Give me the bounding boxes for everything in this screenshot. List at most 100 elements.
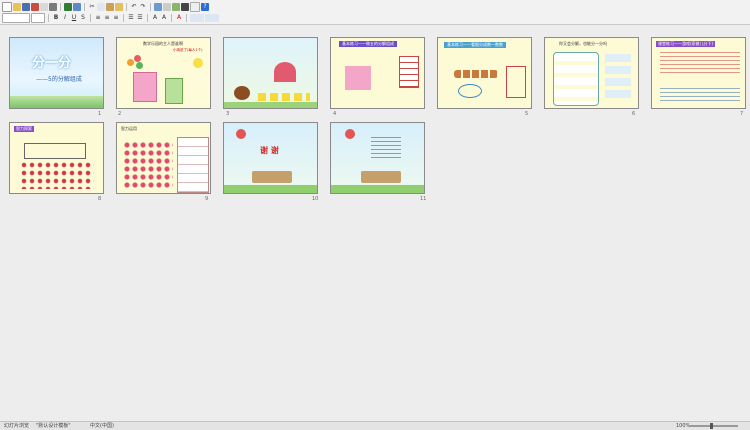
formatting-toolbar: B I U S ≡ ≡ ≡ ☰ ☰ A A A <box>2 13 219 23</box>
underline-icon[interactable]: U <box>70 14 78 22</box>
decrease-font-icon[interactable]: A <box>160 14 168 22</box>
redo-icon[interactable]: ↷ <box>139 3 147 11</box>
slide-thumbnail-10[interactable]: 谢 谢 <box>223 122 318 194</box>
slide-6-heading: 你又会分解，也能分一分吗 <box>559 41 607 46</box>
slide-thumbnail-6[interactable]: 你又会分解，也能分一分吗 <box>544 37 639 109</box>
slide-number-2: 2 <box>118 111 122 117</box>
slide-number-1: 1 <box>98 111 102 117</box>
table-icon[interactable] <box>163 3 171 11</box>
open-icon[interactable] <box>13 3 21 11</box>
align-center-icon[interactable]: ≡ <box>103 14 111 22</box>
grass-decoration <box>224 102 317 108</box>
print-icon[interactable] <box>49 3 57 11</box>
slide-5-heading: 基本练习——看图分成数一数数 <box>444 42 506 48</box>
ovals-grid <box>553 52 599 106</box>
pink-house <box>133 72 157 102</box>
slide-number-3: 3 <box>226 111 230 117</box>
book-graphic <box>252 171 292 183</box>
help-icon[interactable]: ? <box>201 3 209 11</box>
slide-number-9: 9 <box>205 196 209 202</box>
new-icon[interactable] <box>2 2 12 12</box>
green-house <box>165 78 183 104</box>
increase-font-icon[interactable]: A <box>151 14 159 22</box>
bold-icon[interactable]: B <box>52 14 60 22</box>
slide-9-heading: 智力运用 <box>121 126 137 131</box>
slide-thumbnail-5[interactable]: 基本练习——看图分成数一数数 <box>437 37 532 109</box>
save-icon[interactable] <box>22 3 30 11</box>
slide-4-heading: 基本练习——做五的分解组成 <box>339 41 397 47</box>
color-grayscale-icon[interactable] <box>181 3 189 11</box>
paste-icon[interactable] <box>106 3 114 11</box>
grass-decoration <box>10 96 103 108</box>
align-left-icon[interactable]: ≡ <box>94 14 102 22</box>
mail-icon[interactable] <box>40 3 48 11</box>
slide-thumbnail-8[interactable]: 智力探索 <box>9 122 104 194</box>
slide-thumbnail-4[interactable]: 基本练习——做五的分解组成 <box>330 37 425 109</box>
number-grid <box>399 56 419 88</box>
hen-icon <box>234 86 250 100</box>
slide-2-heading: 数学乐园的主人是谁啊 <box>143 41 183 46</box>
chick-icon <box>193 58 203 68</box>
blue-ovals <box>605 54 631 100</box>
slide-thumbnail-7[interactable]: 课堂练习——游戏(家做儿分下) <box>651 37 746 109</box>
chicks-row <box>258 93 310 101</box>
zoom-slider[interactable] <box>690 425 738 427</box>
text-lines <box>660 52 740 74</box>
numbering-icon[interactable]: ☰ <box>127 14 135 22</box>
zoom-icon[interactable] <box>190 2 200 12</box>
design-icon[interactable] <box>190 14 204 22</box>
text-lines <box>660 88 740 102</box>
slide-number-11: 11 <box>420 196 427 202</box>
align-right-icon[interactable]: ≡ <box>112 14 120 22</box>
oval-outline <box>458 84 482 98</box>
research-icon[interactable] <box>73 3 81 11</box>
font-size-box[interactable] <box>31 13 45 23</box>
cut-icon[interactable]: ✂ <box>88 3 96 11</box>
text-lines <box>371 137 401 159</box>
slide-number-8: 8 <box>98 196 102 202</box>
answer-table <box>177 137 209 193</box>
number-circles <box>127 55 145 69</box>
copy-icon[interactable] <box>97 3 105 11</box>
bullets-icon[interactable]: ☰ <box>136 14 144 22</box>
chart-icon[interactable] <box>154 3 162 11</box>
permission-icon[interactable] <box>31 3 39 11</box>
pink-shapes-grid <box>123 141 173 189</box>
slide-number-5: 5 <box>525 111 529 117</box>
standard-toolbar: ✂ ↶ ↷ ? <box>2 2 209 12</box>
grass-decoration <box>331 185 424 193</box>
shadow-icon[interactable]: S <box>79 14 87 22</box>
thanks-text: 谢 谢 <box>260 146 279 155</box>
format-painter-icon[interactable] <box>115 3 123 11</box>
font-name-box[interactable] <box>2 13 30 23</box>
new-slide-icon[interactable] <box>205 14 219 22</box>
slide-1-title: 分一分 <box>32 56 72 71</box>
slide-thumbnail-1[interactable]: 分一分 ——5的分解组成 <box>9 37 104 109</box>
slide-7-heading: 课堂练习——游戏(家做儿分下) <box>656 41 716 47</box>
rocket-icon <box>345 129 355 139</box>
slide-8-heading: 智力探索 <box>14 126 34 132</box>
spell-icon[interactable] <box>64 3 72 11</box>
grass-decoration <box>224 185 317 193</box>
slide-number-6: 6 <box>632 111 636 117</box>
slide-number-7: 7 <box>740 111 744 117</box>
slide-thumbnail-9[interactable]: 智力运用 <box>116 122 211 194</box>
insert-picture-icon[interactable] <box>172 3 180 11</box>
red-dots-grid <box>20 161 94 189</box>
italic-icon[interactable]: I <box>61 14 69 22</box>
slide-sorter-canvas[interactable]: 分一分 ——5的分解组成 1 数学乐园的主人是谁啊 小鸡说了(每人1个) 2 3… <box>0 25 750 421</box>
slide-number-10: 10 <box>312 196 319 202</box>
slide-thumbnail-3[interactable] <box>223 37 318 109</box>
slide-1-subtitle: ——5的分解组成 <box>36 76 82 83</box>
zoom-knob[interactable] <box>710 423 713 429</box>
rocket-icon <box>236 129 246 139</box>
slide-thumbnail-2[interactable]: 数学乐园的主人是谁啊 小鸡说了(每人1个) <box>116 37 211 109</box>
book-graphic <box>361 171 401 183</box>
mushroom-house <box>274 62 296 82</box>
slide-number-4: 4 <box>333 111 337 117</box>
font-color-icon[interactable]: A <box>175 14 183 22</box>
tree-diagram <box>24 143 86 159</box>
undo-icon[interactable]: ↶ <box>130 3 138 11</box>
slide-thumbnail-11[interactable] <box>330 122 425 194</box>
eggs-row <box>454 70 498 78</box>
